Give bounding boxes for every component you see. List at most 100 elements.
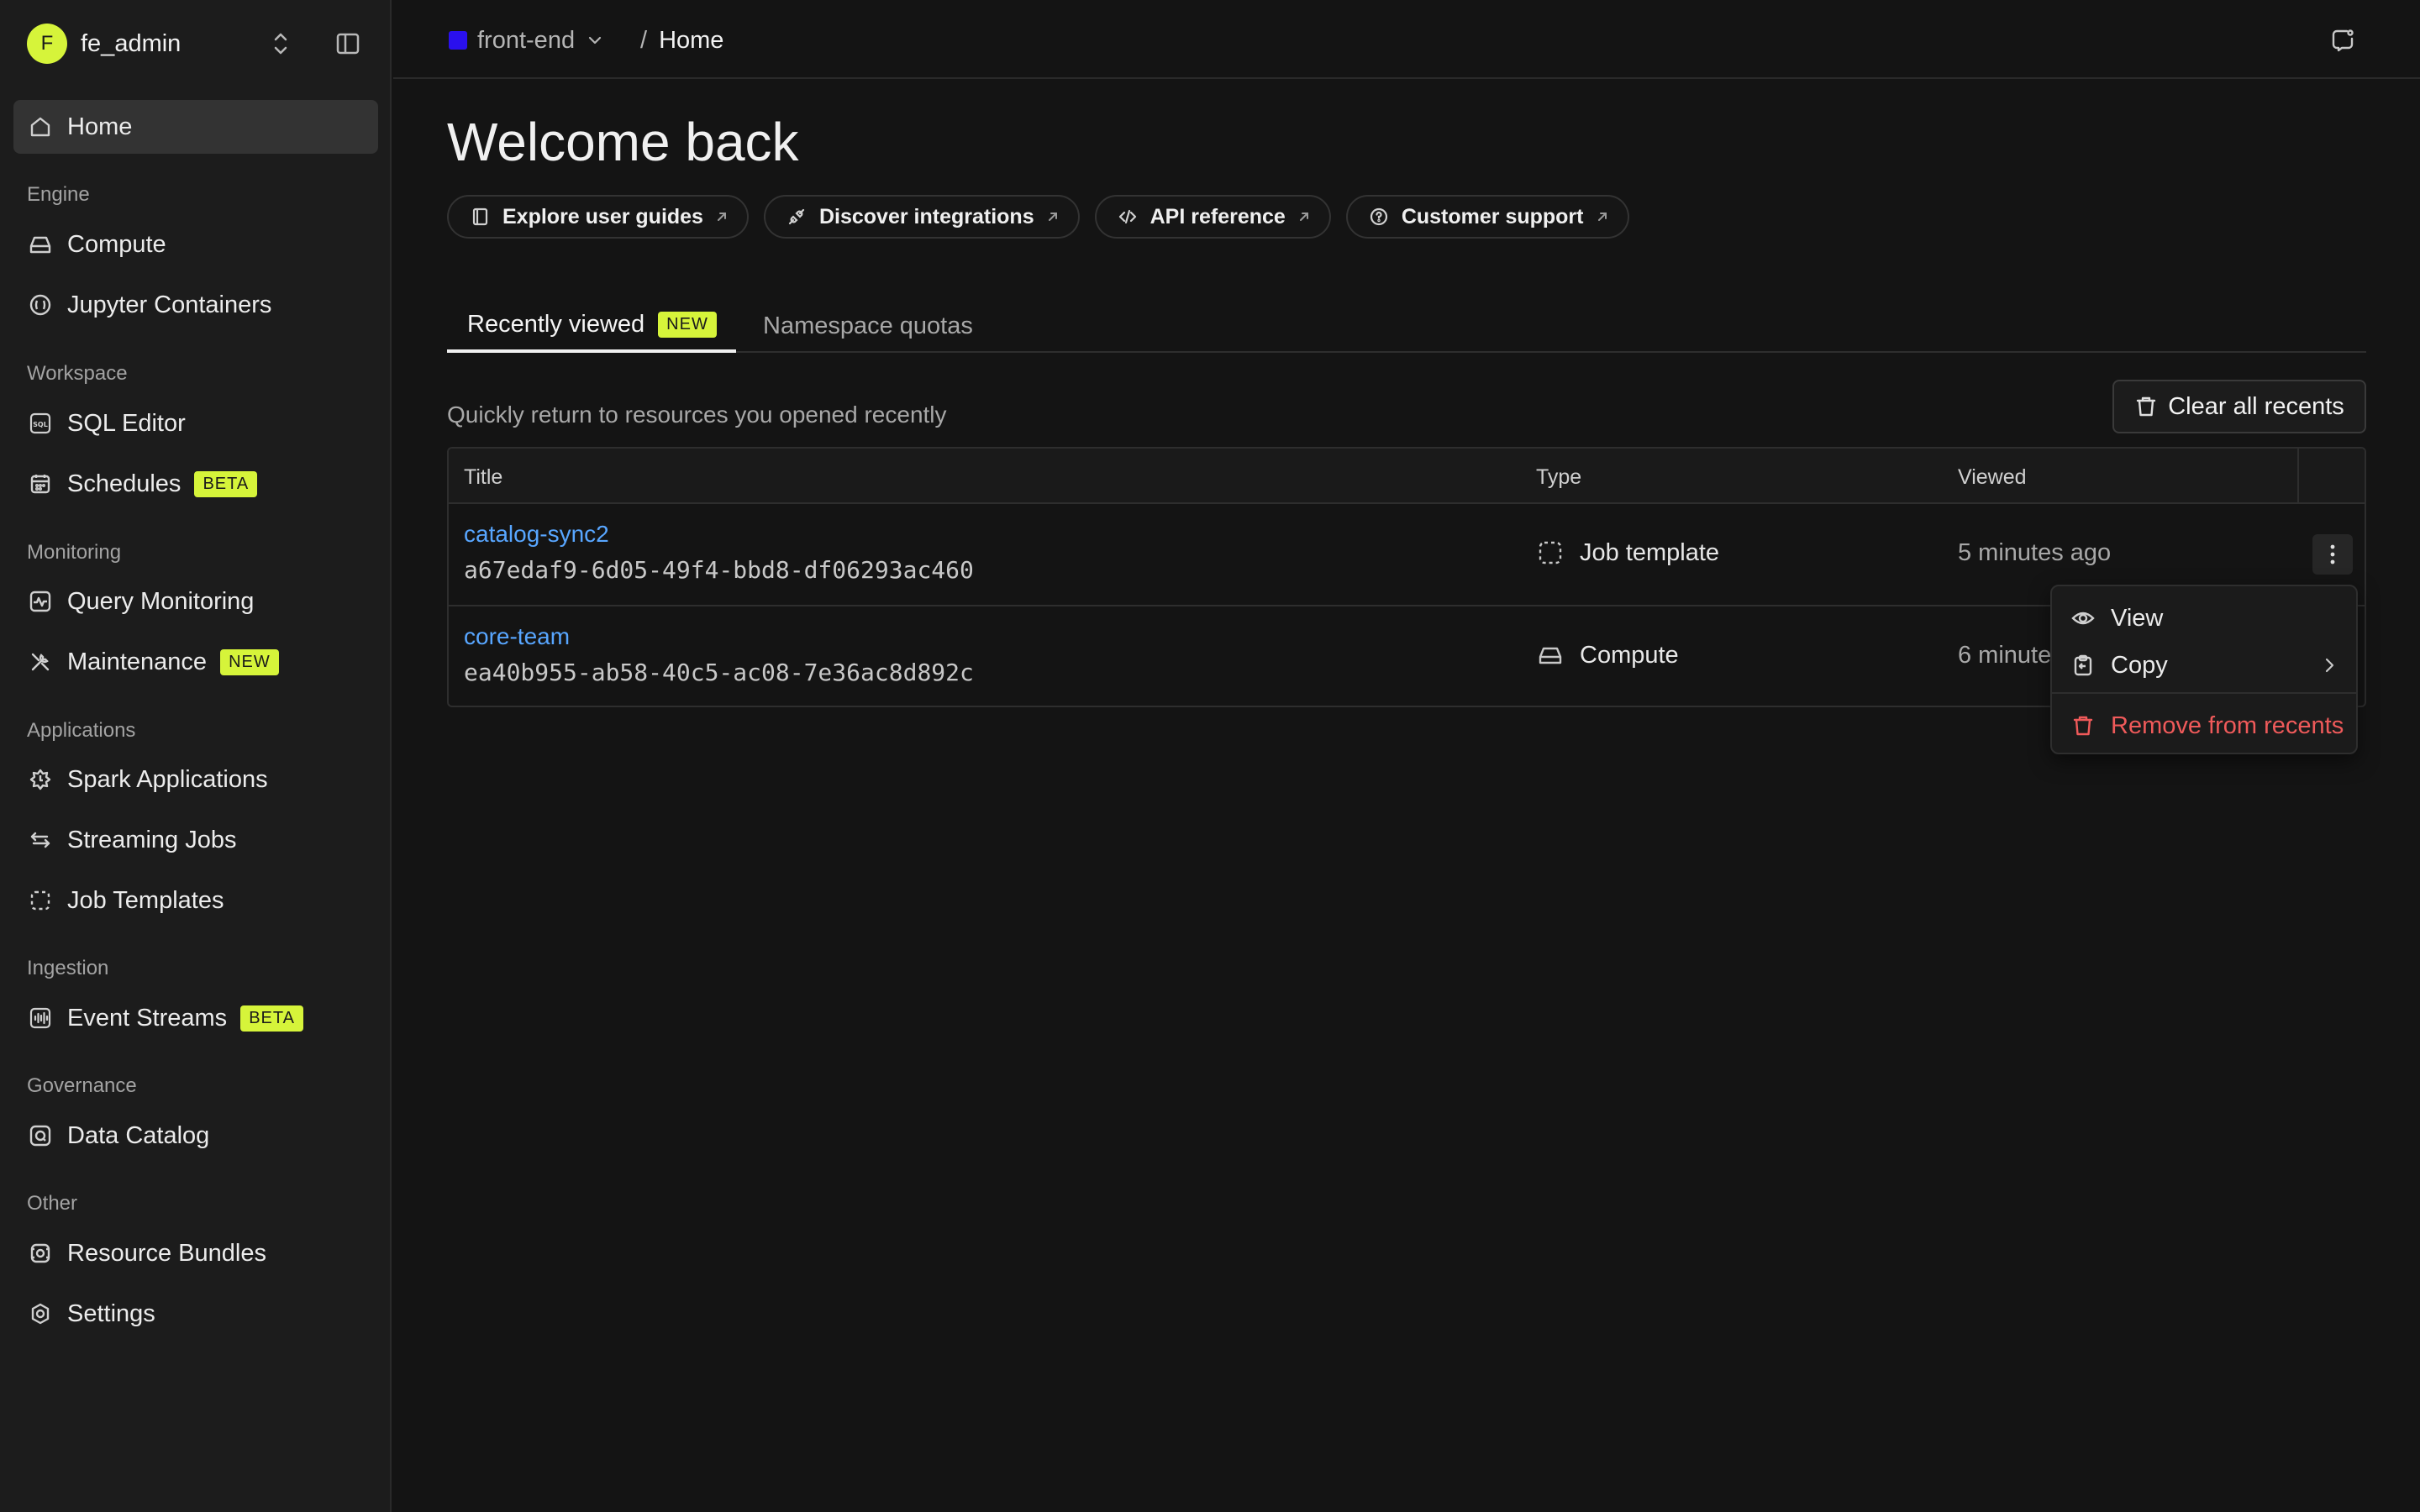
trash-icon	[2134, 395, 2158, 418]
sidebar-item-label: Compute	[67, 230, 166, 258]
sidebar-item-label: Schedules	[67, 470, 182, 497]
section-ingestion: Ingestion	[27, 957, 109, 979]
section-workspace: Workspace	[27, 362, 128, 385]
sidebar-item-label: Data Catalog	[67, 1121, 210, 1149]
hard-drive-icon	[1536, 641, 1565, 669]
resource-type: Compute	[1536, 638, 1679, 672]
explore-user-guides-link[interactable]: Explore user guides	[447, 195, 749, 239]
namespace-name: front-end	[477, 26, 576, 54]
menu-item-remove-from-recents[interactable]: Remove from recents	[2052, 704, 2356, 748]
resource-type-label: Compute	[1580, 641, 1679, 669]
menu-item-label: View	[2111, 604, 2164, 632]
sidebar-item-label: Resource Bundles	[67, 1239, 266, 1267]
sidebar-item-spark-applications[interactable]: Spark Applications	[13, 753, 378, 806]
avatar: F	[27, 24, 67, 64]
resource-type-label: Job template	[1580, 538, 1720, 566]
sidebar-item-label: Settings	[67, 1299, 155, 1327]
more-actions-icon[interactable]	[2312, 534, 2353, 575]
sidebar-item-label: Event Streams	[67, 1004, 228, 1032]
svg-text:SQL: SQL	[33, 421, 48, 428]
sidebar-item-data-catalog[interactable]: Data Catalog	[13, 1109, 378, 1163]
resource-title-link[interactable]: catalog-sync2	[464, 521, 609, 548]
sidebar-item-resource-bundles[interactable]: Resource Bundles	[13, 1226, 378, 1280]
beta-badge: BETA	[194, 470, 258, 497]
calendar-icon	[27, 470, 54, 497]
external-arrow-icon	[1297, 210, 1311, 223]
audio-wave-icon	[27, 1005, 54, 1032]
resource-type: Job template	[1536, 536, 1719, 570]
home-icon	[27, 113, 54, 140]
link-label: Customer support	[1401, 204, 1584, 228]
activity-icon	[27, 588, 54, 615]
catalog-icon	[27, 1122, 54, 1149]
sidebar-item-event-streams[interactable]: Event Streams BETA	[13, 991, 378, 1045]
external-arrow-icon	[1046, 210, 1060, 223]
sidebar-item-label: Streaming Jobs	[67, 826, 237, 853]
clear-all-recents-button[interactable]: Clear all recents	[2112, 380, 2366, 433]
menu-item-copy[interactable]: Copy	[2052, 643, 2356, 687]
button-label: Clear all recents	[2168, 392, 2344, 420]
sidebar-item-settings[interactable]: Settings	[13, 1287, 378, 1341]
viewed-time: 5 minutes ago	[1958, 539, 2112, 566]
hard-drive-icon	[27, 231, 54, 258]
section-governance: Governance	[27, 1074, 137, 1097]
customer-support-link[interactable]: Customer support	[1345, 195, 1629, 239]
tab-label: Namespace quotas	[763, 312, 973, 339]
tab-bar: Recently viewed NEW Namespace quotas	[447, 299, 2366, 353]
tab-namespace-quotas[interactable]: Namespace quotas	[763, 299, 973, 353]
chevron-up-down-icon[interactable]	[264, 27, 297, 60]
arrows-icon	[27, 827, 54, 853]
dashed-square-icon	[1536, 538, 1565, 567]
sidebar-item-label: Maintenance	[67, 648, 208, 675]
settings-icon	[27, 1300, 54, 1327]
menu-item-view[interactable]: View	[2052, 596, 2356, 640]
sidebar-item-label: Jupyter Containers	[67, 291, 272, 318]
help-circle-icon	[1368, 206, 1390, 228]
resource-id: ea40b955-ab58-40c5-ac08-7e36ac8d892c	[464, 659, 974, 686]
sidebar-item-schedules[interactable]: Schedules BETA	[13, 457, 378, 511]
spark-icon	[27, 766, 54, 793]
sidebar-item-compute[interactable]: Compute	[13, 218, 378, 271]
sidebar-item-jupyter-containers[interactable]: Jupyter Containers	[13, 278, 378, 332]
link-label: Explore user guides	[502, 204, 703, 228]
plug-icon	[786, 206, 808, 228]
external-arrow-icon	[1596, 210, 1609, 223]
section-engine: Engine	[27, 183, 90, 206]
api-reference-link[interactable]: API reference	[1094, 195, 1331, 239]
quick-links: Explore user guides Discover integration…	[447, 195, 1629, 239]
resource-title-link[interactable]: core-team	[464, 623, 570, 650]
beta-badge: BETA	[240, 1005, 303, 1032]
page-title: Welcome back	[447, 112, 799, 172]
column-divider	[2297, 449, 2299, 504]
sidebar-item-label: Spark Applications	[67, 765, 268, 793]
sidebar-item-streaming-jobs[interactable]: Streaming Jobs	[13, 813, 378, 867]
sidebar-item-sql-editor[interactable]: SQL SQL Editor	[13, 396, 378, 450]
sidebar-item-job-templates[interactable]: Job Templates	[13, 874, 378, 927]
account-name: fe_admin	[81, 29, 182, 57]
discover-integrations-link[interactable]: Discover integrations	[763, 195, 1080, 239]
top-bar: front-end / Home	[393, 0, 2420, 79]
account-switcher[interactable]: F fe_admin	[27, 24, 365, 64]
sidebar-toggle-icon[interactable]	[331, 27, 365, 60]
menu-item-label: Copy	[2111, 651, 2168, 679]
clipboard-icon	[2070, 653, 2096, 678]
dashed-square-icon	[27, 887, 54, 914]
tab-recently-viewed[interactable]: Recently viewed NEW	[447, 299, 736, 353]
sidebar-item-label: SQL Editor	[67, 409, 186, 437]
link-label: Discover integrations	[818, 204, 1034, 228]
code-icon	[1117, 206, 1139, 228]
book-icon	[469, 206, 491, 228]
column-header-title: Title	[464, 465, 503, 489]
jupyter-icon	[27, 291, 54, 318]
namespace-selector[interactable]: front-end	[449, 24, 603, 57]
section-other: Other	[27, 1192, 78, 1215]
new-badge: NEW	[658, 311, 717, 338]
sidebar-item-maintenance[interactable]: Maintenance NEW	[13, 635, 378, 689]
sql-icon: SQL	[27, 410, 54, 437]
tab-label: Recently viewed	[467, 310, 645, 338]
sidebar-item-query-monitoring[interactable]: Query Monitoring	[13, 575, 378, 628]
new-badge: NEW	[220, 648, 279, 675]
tools-icon	[27, 648, 54, 675]
feedback-icon[interactable]	[2326, 24, 2360, 57]
sidebar-item-home[interactable]: Home	[13, 100, 378, 154]
